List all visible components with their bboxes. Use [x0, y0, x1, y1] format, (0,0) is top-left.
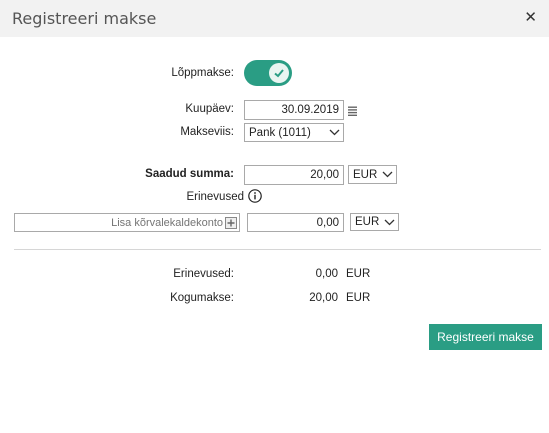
method-select-value: Pank (1011) [249, 126, 311, 139]
summary-total-label: Kogumakse: [170, 292, 234, 304]
summary-differences-value: 0,00 [315, 268, 338, 280]
summary-differences-currency: EUR [346, 268, 371, 280]
summary-total-currency: EUR [346, 292, 371, 304]
date-label: Kuupäev: [185, 103, 234, 115]
method-label: Makseviis: [180, 126, 234, 138]
deviation-account-field[interactable] [14, 213, 240, 232]
differences-label: Erinevused [186, 191, 244, 203]
deviation-currency-select[interactable]: EUR [350, 213, 399, 231]
deviation-currency-value: EUR [355, 216, 380, 228]
date-field[interactable] [244, 100, 344, 120]
final-payment-toggle[interactable] [244, 60, 292, 86]
summary-total-value: 20,00 [309, 292, 338, 304]
add-account-icon[interactable] [225, 216, 237, 234]
received-currency-value: EUR [353, 168, 378, 181]
dialog-titlebar: Registreeri makse ✕ [0, 0, 549, 37]
divider [14, 249, 541, 250]
chevron-down-icon [380, 168, 394, 182]
dialog-title: Registreeri makse [12, 9, 157, 28]
received-currency-select[interactable]: EUR [348, 165, 397, 184]
calendar-icon[interactable] [348, 103, 357, 121]
check-icon [269, 63, 289, 83]
final-payment-label: Lõppmakse: [171, 67, 234, 79]
deviation-amount-field[interactable] [247, 213, 344, 232]
chevron-down-icon [327, 126, 341, 140]
method-select[interactable]: Pank (1011) [244, 123, 344, 142]
received-amount-field[interactable] [244, 165, 344, 185]
chevron-down-icon [382, 215, 396, 229]
summary-differences-label: Erinevused: [173, 268, 234, 280]
received-amount-label: Saadud summa: [145, 168, 234, 180]
close-icon[interactable]: ✕ [524, 10, 537, 26]
register-payment-button[interactable]: Registreeri makse [429, 324, 542, 350]
info-icon[interactable] [248, 189, 262, 208]
